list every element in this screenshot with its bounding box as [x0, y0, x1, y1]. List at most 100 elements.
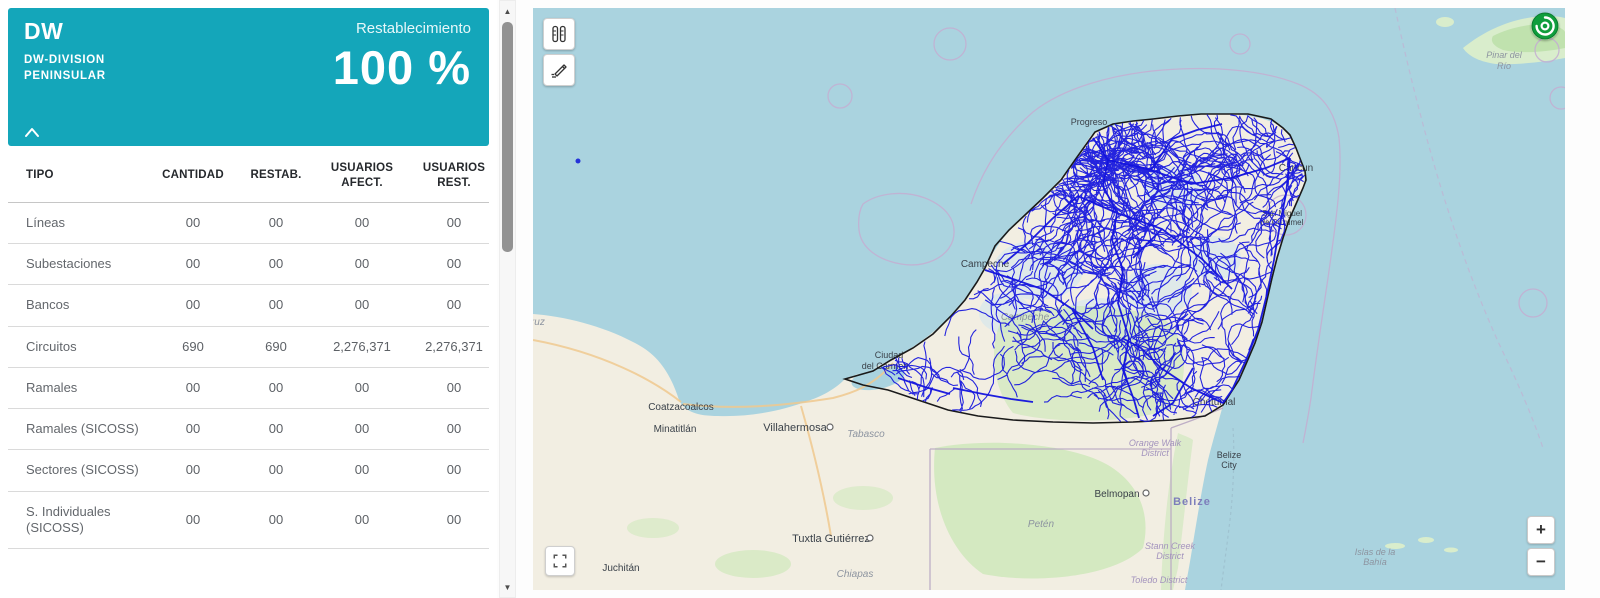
- map-label: District: [1141, 448, 1169, 458]
- row-value: 00: [150, 450, 236, 491]
- map-label: Progreso: [1071, 117, 1108, 127]
- map-label: City: [1221, 460, 1237, 470]
- zoom-in-button[interactable]: +: [1527, 516, 1555, 544]
- row-value: 00: [236, 202, 316, 243]
- row-value: 2,276,371: [316, 326, 408, 367]
- map-label: District: [1156, 551, 1184, 561]
- restore-percentage: 100 %: [333, 40, 471, 95]
- row-value: 690: [236, 326, 316, 367]
- scroll-down-arrow[interactable]: ▼: [500, 579, 515, 595]
- logo-button[interactable]: [1531, 12, 1559, 40]
- row-value: 00: [408, 285, 489, 326]
- row-value: 00: [316, 409, 408, 450]
- poi-marker: [576, 159, 581, 164]
- map-svg: Veracruz Tabasco Chiapas Campeche Petén Pinar…: [533, 8, 1565, 590]
- map-label: Tabasco: [847, 429, 885, 440]
- map-label: Stann Creek: [1145, 541, 1196, 551]
- map-label: Tuxtla Gutiérrez: [792, 533, 870, 545]
- division-name-line1: DW-DIVISION: [24, 54, 105, 66]
- row-value: 00: [408, 491, 489, 549]
- row-value: 00: [236, 244, 316, 285]
- map-label: Pinar del: [1486, 50, 1523, 60]
- map-container[interactable]: Veracruz Tabasco Chiapas Campeche Petén Pinar…: [533, 8, 1565, 590]
- row-label: Subestaciones: [8, 244, 150, 285]
- scrollbar-thumb[interactable]: [502, 22, 513, 252]
- map-label: Veracruz: [533, 317, 545, 328]
- map-label: Bahía: [1363, 557, 1387, 567]
- row-value: 00: [236, 285, 316, 326]
- row-value: 00: [150, 367, 236, 408]
- row-value: 00: [236, 450, 316, 491]
- capital-marker: [1143, 490, 1149, 496]
- map-label: Petén: [1028, 519, 1055, 530]
- row-value: 00: [236, 409, 316, 450]
- app-root: DW DW-DIVISION PENINSULAR Restablecimien…: [0, 0, 1600, 598]
- table-row: Subestaciones0000000000: [8, 244, 489, 285]
- capital-marker: [867, 535, 873, 541]
- restore-label: Restablecimiento: [356, 20, 471, 37]
- column-header: CANTIDAD: [150, 146, 236, 202]
- row-value: 00: [236, 367, 316, 408]
- column-header: USUARIOS REST.: [408, 146, 489, 202]
- draw-tool-button[interactable]: [543, 54, 575, 86]
- row-value: 00: [150, 244, 236, 285]
- map-islet: [1436, 17, 1454, 27]
- map-label: Campeche: [1001, 312, 1050, 323]
- row-value: 00: [316, 491, 408, 549]
- row-label: Bancos: [8, 285, 150, 326]
- row-value: 00: [316, 450, 408, 491]
- map-label: Minatitlán: [654, 424, 697, 435]
- row-label: Líneas: [8, 202, 150, 243]
- division-code: DW: [24, 18, 63, 45]
- row-value: 00: [408, 202, 489, 243]
- zoom-out-button[interactable]: −: [1527, 548, 1555, 576]
- column-header: TIPO: [8, 146, 150, 202]
- map-label: Toledo District: [1131, 575, 1188, 585]
- panel-scrollbar[interactable]: ▲ ▼: [499, 0, 516, 598]
- map-label: Belize: [1173, 496, 1211, 508]
- map-label: Orange Walk: [1129, 438, 1182, 448]
- table-row: Bancos0000000000: [8, 285, 489, 326]
- logo-swirl-icon: [1531, 12, 1559, 40]
- division-header-card: DW DW-DIVISION PENINSULAR Restablecimien…: [8, 8, 489, 146]
- scroll-up-arrow[interactable]: ▲: [500, 3, 515, 19]
- row-value: 00: [408, 367, 489, 408]
- map-label: Islas de la: [1355, 547, 1396, 557]
- row-value: 00: [316, 244, 408, 285]
- measure-tool-button[interactable]: [543, 18, 575, 50]
- map-label: Coatzacoalcos: [648, 402, 714, 413]
- collapse-chevron-icon[interactable]: [24, 127, 40, 138]
- fullscreen-icon: [551, 552, 569, 570]
- fullscreen-button[interactable]: [545, 546, 575, 576]
- map-label: Belmopan: [1094, 489, 1139, 500]
- row-value: 00: [408, 244, 489, 285]
- map-label: de Cozumel: [1261, 218, 1304, 227]
- map-bay-island: [1444, 548, 1458, 553]
- row-value: 00: [236, 491, 316, 549]
- row-value: 2,276,371: [408, 326, 489, 367]
- row-label: Sectores (SICOSS): [8, 450, 150, 491]
- division-panel: DW DW-DIVISION PENINSULAR Restablecimien…: [0, 0, 497, 598]
- map-label: Belize: [1217, 450, 1242, 460]
- row-value: 00: [316, 285, 408, 326]
- ruler-icon: [550, 25, 568, 43]
- table-row: Sectores (SICOSS)0000000000: [8, 450, 489, 491]
- row-label: Ramales (SICOSS): [8, 409, 150, 450]
- map-label: Chiapas: [837, 569, 874, 580]
- table-row: Líneas0000000000: [8, 202, 489, 243]
- row-value: 00: [150, 202, 236, 243]
- stats-table: TIPOCANTIDADRESTAB.USUARIOS AFECT.USUARI…: [8, 146, 489, 549]
- row-value: 690: [150, 326, 236, 367]
- row-value: 00: [150, 285, 236, 326]
- table-row: S. Individuales (SICOSS)0000000000: [8, 491, 489, 549]
- row-value: 00: [150, 491, 236, 549]
- table-row: Ramales0000000000: [8, 367, 489, 408]
- column-header: RESTAB.: [236, 146, 316, 202]
- row-value: 00: [316, 367, 408, 408]
- map-label: Juchitán: [602, 563, 639, 574]
- row-value: 00: [150, 409, 236, 450]
- row-label: Circuitos: [8, 326, 150, 367]
- table-row: Ramales (SICOSS)0000000000: [8, 409, 489, 450]
- pencil-icon: [550, 61, 568, 79]
- stats-table-wrap: TIPOCANTIDADRESTAB.USUARIOS AFECT.USUARI…: [8, 146, 489, 598]
